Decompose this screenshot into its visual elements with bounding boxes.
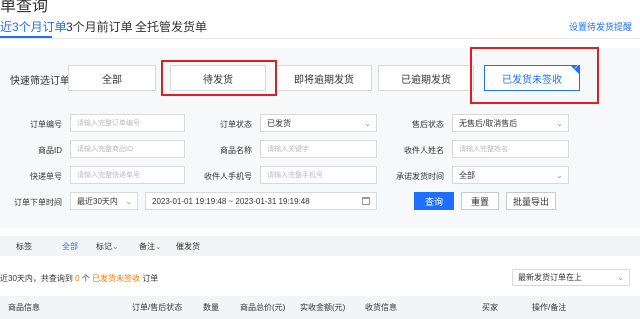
tag-filter-note-label: 备注 (139, 242, 155, 251)
col-order-status: 订单/售后状态 (132, 303, 183, 312)
summary-prefix: 近30天内，共查询到 (0, 274, 73, 283)
promise-time-label: 承诺发货时间 (396, 172, 444, 181)
chevron-down-icon: ⌄ (112, 242, 119, 251)
product-id-input[interactable]: 请输入完整商品ID (70, 140, 185, 158)
col-total-price: 商品总价(元) (240, 303, 286, 312)
tag-filter-all[interactable]: 全部 (62, 241, 78, 252)
col-quantity: 数量 (203, 303, 219, 312)
tracking-no-input[interactable]: 请输入完整快递单号 (70, 166, 185, 184)
time-range-preset-value: 最近30天内 (77, 196, 118, 206)
order-status-select[interactable]: 已发货 ⌄ (260, 114, 377, 132)
highlight-box-shipped-unsigned (470, 47, 599, 104)
receiver-name-placeholder: 请输入完整姓名 (459, 146, 508, 153)
order-no-label: 订单编号 (30, 120, 62, 129)
product-id-placeholder: 请输入完整商品ID (77, 146, 133, 153)
tag-filter-flag-label: 标记 (96, 242, 112, 251)
promise-time-select[interactable]: 全部 ⌄ (452, 166, 569, 184)
summary-suffix: 订单 (142, 274, 159, 283)
quick-filter-all[interactable]: 全部 (68, 65, 156, 91)
tab-managed-shipping[interactable]: 全托管发货单 (135, 18, 207, 35)
col-actions-notes: 操作/备注 (532, 303, 567, 312)
col-product-info: 商品信息 (8, 303, 40, 312)
quick-filter-due-soon[interactable]: 即将逾期发货 (276, 65, 372, 91)
product-id-label: 商品ID (38, 146, 62, 155)
tag-filter-label: 标签 (16, 242, 32, 251)
after-sales-select[interactable]: 无售后/取消售后 ⌄ (452, 114, 569, 132)
receiver-phone-placeholder: 请输入完整手机号 (267, 172, 323, 179)
chevron-down-icon: ⌄ (556, 118, 563, 128)
order-no-input[interactable]: 请输入完整订单编号 (70, 114, 185, 132)
after-sales-label: 售后状态 (412, 120, 444, 129)
chevron-down-icon: ⌄ (364, 118, 371, 128)
search-button[interactable]: 查询 (414, 192, 454, 210)
receiver-phone-label: 收件人手机号 (204, 172, 252, 181)
result-summary: 近30天内，共查询到 0 个 已发货未签收 订单 (0, 273, 158, 284)
quick-filter-overdue-label: 已逾期发货 (401, 74, 451, 86)
product-name-placeholder: 请输入关键字 (267, 146, 309, 153)
chevron-down-icon: ⌄ (617, 273, 624, 282)
quick-filter-overdue[interactable]: 已逾期发货 (378, 65, 474, 91)
date-range-value: 2023-01-01 19:19:48 ~ 2023-01-31 19:19:4… (152, 196, 310, 206)
tracking-no-placeholder: 请输入完整快递单号 (77, 172, 140, 179)
tab-older-orders[interactable]: 3个月前订单 (66, 18, 133, 35)
receiver-name-input[interactable]: 请输入完整姓名 (452, 140, 569, 158)
summary-middle: 个 (81, 274, 90, 283)
tag-filter-note[interactable]: 备注⌄ (139, 241, 162, 252)
quick-filter-due-soon-label: 即将逾期发货 (294, 74, 354, 86)
order-no-placeholder: 请输入完整订单编号 (77, 120, 140, 127)
tab-recent-orders[interactable]: 近3个月订单 (0, 18, 67, 35)
quick-filter-label: 快速筛选订单 (10, 76, 70, 87)
tracking-no-label: 快递单号 (30, 172, 62, 181)
active-tab-indicator (0, 36, 52, 38)
promise-time-value: 全部 (459, 170, 475, 180)
after-sales-value: 无售后/取消售后 (459, 118, 518, 128)
bulk-export-button[interactable]: 批量导出 (506, 192, 556, 210)
order-status-value: 已发货 (267, 118, 291, 128)
result-count: 0 (75, 274, 80, 283)
calendar-icon (362, 197, 370, 205)
sort-select[interactable]: 最新发货订单在上 ⌄ (512, 269, 630, 286)
time-range-preset-select[interactable]: 最近30天内 ⌄ (70, 192, 138, 210)
sort-value: 最新发货订单在上 (518, 273, 582, 282)
shipping-reminder-link[interactable]: 设置待发货提醒 (569, 20, 632, 33)
col-shipping-info: 收货信息 (365, 303, 397, 312)
reset-button[interactable]: 重置 (461, 192, 499, 210)
summary-status: 已发货未签收 (92, 274, 141, 283)
col-received-amount: 实收金额(元) (300, 303, 346, 312)
receiver-phone-input[interactable]: 请输入完整手机号 (260, 166, 377, 184)
tabs-divider (0, 38, 640, 39)
tag-filter-flag[interactable]: 标记⌄ (96, 241, 119, 252)
chevron-down-icon: ⌄ (155, 242, 162, 251)
chevron-down-icon: ⌄ (556, 170, 563, 180)
col-buyer: 买家 (482, 303, 498, 312)
order-time-label: 订单下单时间 (14, 198, 62, 207)
chevron-down-icon: ⌄ (125, 196, 132, 206)
quick-filter-all-label: 全部 (102, 74, 122, 86)
date-range-picker[interactable]: 2023-01-01 19:19:48 ~ 2023-01-31 19:19:4… (145, 192, 377, 210)
receiver-name-label: 收件人姓名 (404, 146, 444, 155)
tag-filter-urge[interactable]: 催发货 (176, 241, 200, 252)
product-name-label: 商品名称 (220, 146, 252, 155)
highlight-box-pending (161, 60, 277, 96)
page-title: 单查询 (0, 0, 49, 15)
order-status-label: 订单状态 (220, 120, 252, 129)
product-name-input[interactable]: 请输入关键字 (260, 140, 377, 158)
